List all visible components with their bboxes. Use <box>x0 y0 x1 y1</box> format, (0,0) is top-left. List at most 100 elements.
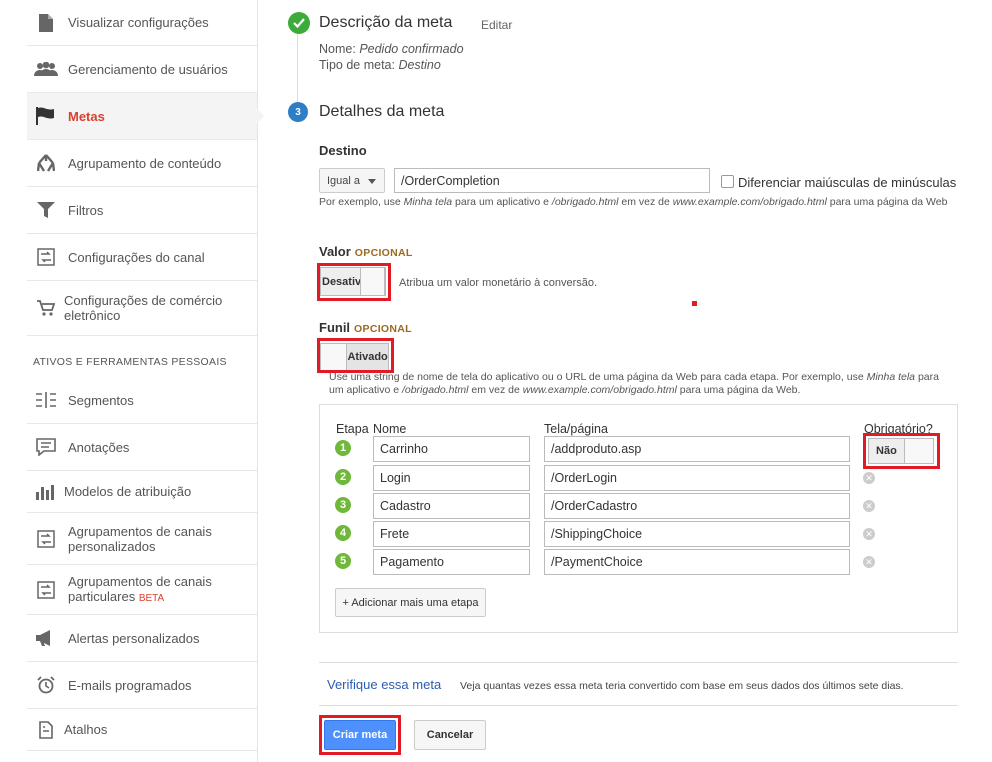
value-label: Valor OPCIONAL <box>319 244 413 259</box>
sidebar-item-user-management[interactable]: Gerenciamento de usuários <box>27 46 257 93</box>
destination-label: Destino <box>319 143 367 158</box>
step-name-input[interactable]: Login <box>373 465 530 491</box>
funnel-steps-table: Etapa Nome Tela/página Obrigatório? 1 Ca… <box>319 404 958 633</box>
sidebar-item-label: Filtros <box>68 202 104 218</box>
sidebar-item-private-channel-groupings[interactable]: Agrupamentos de canais particulares BETA <box>27 565 257 615</box>
goal-type-value: Destino <box>398 58 441 72</box>
step-number-badge: 3 <box>288 102 308 122</box>
funnel-label-text: Funil <box>319 320 351 335</box>
sidebar-item-label: Agrupamentos de canais particulares BETA <box>68 574 228 606</box>
highlight-box <box>319 715 401 755</box>
sidebar-item-custom-channel-groupings[interactable]: Agrupamentos de canais personalizados <box>27 513 257 565</box>
hint-text: em vez de <box>618 196 673 208</box>
hint-text: para uma página da Web <box>826 196 948 208</box>
verify-goal-link[interactable]: Verifique essa meta <box>327 677 441 692</box>
value-description: Atribua um valor monetário à conversão. <box>399 277 598 289</box>
divider <box>319 705 958 706</box>
sidebar-item-goals[interactable]: Metas <box>27 93 264 140</box>
shortcut-icon <box>33 719 59 741</box>
goal-name-summary: Nome: Pedido confirmado <box>319 42 464 56</box>
chevron-down-icon <box>368 179 376 184</box>
column-header-step: Etapa <box>336 422 369 436</box>
step-complete-checkmark-icon <box>288 12 310 34</box>
step-name-input[interactable]: Frete <box>373 521 530 547</box>
step-number-icon: 1 <box>335 440 351 456</box>
remove-step-icon[interactable]: ✕ <box>863 528 875 540</box>
highlight-box <box>317 263 391 301</box>
channel-group-icon <box>33 579 59 601</box>
hint-em: Minha tela <box>403 196 453 208</box>
remove-step-icon[interactable]: ✕ <box>863 472 875 484</box>
step-page-input[interactable]: /PaymentChoice <box>544 549 850 575</box>
goal-description-title: Descrição da meta <box>319 14 453 31</box>
add-step-button[interactable]: + Adicionar mais uma etapa <box>335 588 486 617</box>
sidebar-item-label: Metas <box>68 108 105 124</box>
hint-em: www.example.com/obrigado.html <box>522 384 677 396</box>
red-marker <box>692 301 697 306</box>
step-page-input[interactable]: /addproduto.asp <box>544 436 850 462</box>
step-page-input[interactable]: /OrderLogin <box>544 465 850 491</box>
sidebar-item-filters[interactable]: Filtros <box>27 187 257 234</box>
optional-badge: OPCIONAL <box>354 247 413 259</box>
sidebar-item-label: E-mails programados <box>68 677 192 693</box>
sidebar-item-segments[interactable]: Segmentos <box>27 377 257 424</box>
annotation-icon <box>33 436 59 458</box>
flag-icon <box>33 105 59 127</box>
channel-icon <box>33 246 59 268</box>
verify-description: Veja quantas vezes essa meta teria conve… <box>460 680 904 692</box>
step-page-input[interactable]: /OrderCadastro <box>544 493 850 519</box>
step-timeline <box>297 22 298 112</box>
sidebar-item-custom-alerts[interactable]: Alertas personalizados <box>27 615 257 662</box>
sidebar-item-label: Anotações <box>68 439 130 455</box>
bar-chart-icon <box>33 481 59 503</box>
hint-em: Minha tela <box>866 371 916 383</box>
goal-name-value: Pedido confirmado <box>359 42 464 56</box>
sidebar-item-shortcuts[interactable]: Atalhos <box>27 709 257 751</box>
match-type-value: Igual a <box>327 174 361 187</box>
sidebar-item-label: Agrupamentos de canais personalizados <box>68 523 212 554</box>
sidebar-item-channel-settings[interactable]: Configurações do canal <box>27 234 257 281</box>
hint-text: Use uma string de nome de tela do aplica… <box>329 371 867 383</box>
hint-em: www.example.com/obrigado.html <box>672 196 827 208</box>
step-name-input[interactable]: Cadastro <box>373 493 530 519</box>
step-name-input[interactable]: Carrinho <box>373 436 530 462</box>
sidebar-item-label: Configurações do canal <box>68 249 205 265</box>
section-title: ATIVOS E FERRAMENTAS PESSOAIS <box>33 356 227 368</box>
destination-hint: Por exemplo, use Minha tela para um apli… <box>319 196 949 209</box>
remove-step-icon[interactable]: ✕ <box>863 556 875 568</box>
step-page-input[interactable]: /ShippingChoice <box>544 521 850 547</box>
remove-step-icon[interactable]: ✕ <box>863 500 875 512</box>
case-sensitive-checkbox[interactable] <box>721 175 734 188</box>
alarm-clock-icon <box>33 674 59 696</box>
sidebar-item-annotations[interactable]: Anotações <box>27 424 257 471</box>
step-name-input[interactable]: Pagamento <box>373 549 530 575</box>
sidebar-item-label: Visualizar configurações <box>68 15 209 30</box>
highlight-box <box>863 433 940 469</box>
sidebar-item-view-settings[interactable]: Visualizar configurações <box>27 0 257 46</box>
sidebar-item-label: Modelos de atribuição <box>64 484 192 499</box>
case-sensitive-label: Diferenciar maiúsculas de minúsculas <box>738 175 957 190</box>
sidebar-item-label: Agrupamento de conteúdo <box>68 155 222 171</box>
document-icon <box>33 12 59 34</box>
grouping-icon <box>33 152 59 174</box>
match-type-select[interactable]: Igual a <box>319 168 385 193</box>
sidebar-item-scheduled-emails[interactable]: E-mails programados <box>27 662 257 709</box>
funnel-hint: Use uma string de nome de tela do aplica… <box>329 371 951 397</box>
sidebar-item-label: Gerenciamento de usuários <box>68 61 228 77</box>
column-header-page: Tela/página <box>544 422 608 436</box>
sidebar-item-content-grouping[interactable]: Agrupamento de conteúdo <box>27 140 257 187</box>
sidebar-item-ecommerce-settings[interactable]: Configurações de comércio eletrônico <box>27 281 257 336</box>
hint-text: em vez de <box>468 384 523 396</box>
cancel-button[interactable]: Cancelar <box>414 720 486 750</box>
hint-text: para um aplicativo e <box>452 196 552 208</box>
value-label-text: Valor <box>319 244 351 259</box>
destination-input[interactable]: /OrderCompletion <box>394 168 710 193</box>
channel-group-icon <box>33 528 59 550</box>
sidebar-item-attribution-models[interactable]: Modelos de atribuição <box>27 471 257 513</box>
hint-em: /obrigado.html <box>551 196 619 208</box>
step-number-icon: 4 <box>335 525 351 541</box>
filter-icon <box>33 199 59 221</box>
edit-link[interactable]: Editar <box>481 18 512 32</box>
cart-icon <box>33 297 59 319</box>
sidebar: Visualizar configurações Gerenciamento d… <box>0 0 264 762</box>
